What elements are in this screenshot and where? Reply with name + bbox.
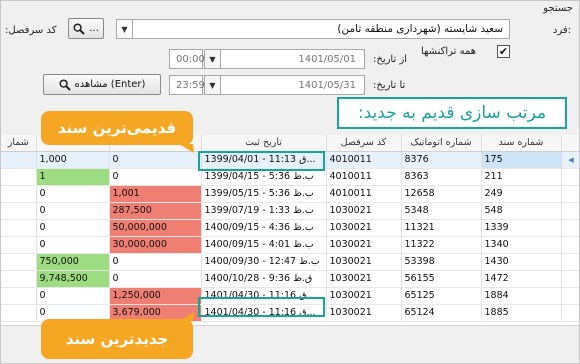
transactions-window: جستجو فرد: ▼ سعید شایسته (شهرداری منطقه …	[0, 0, 580, 364]
newest-date-highlight	[198, 297, 325, 317]
oldest-callout-pointer	[179, 144, 194, 153]
newest-doc-callout: جدیدترین سند	[41, 319, 193, 359]
oldest-date-highlight	[198, 151, 325, 171]
sort-order-note: مرتب سازی قدیم به جدید:	[337, 97, 567, 129]
